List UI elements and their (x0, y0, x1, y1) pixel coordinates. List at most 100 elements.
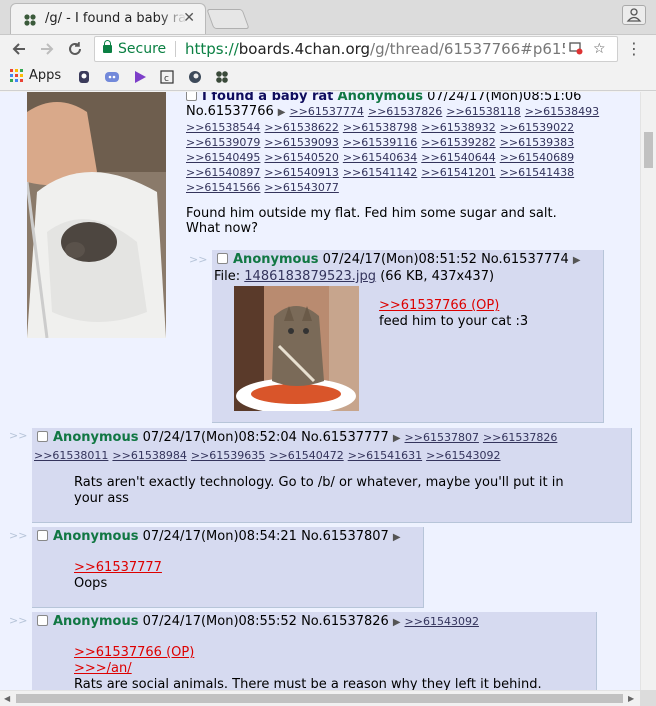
backlink[interactable]: >>61538932 (421, 121, 495, 134)
tab-title: /g/ - I found a baby rat - Technology - … (45, 11, 187, 26)
backlink[interactable]: >>61539022 (500, 121, 574, 134)
tab-active[interactable]: /g/ - I found a baby rat - Technology - … (10, 3, 206, 34)
backlink[interactable]: >>61543092 (426, 449, 500, 462)
url-text[interactable]: https://boards.4chan.org/g/thread/615377… (185, 40, 565, 58)
back-arrow-icon[interactable] (8, 38, 30, 60)
star-bookmark-icon[interactable]: ☆ (593, 41, 606, 57)
quote-link[interactable]: >>61537777 (74, 560, 162, 576)
vertical-scrollbar[interactable] (640, 92, 656, 690)
backlink[interactable]: >>61540644 (421, 151, 495, 164)
backlink[interactable]: >>61537807 (405, 431, 479, 444)
reply-text: Oops (74, 576, 108, 591)
board-link[interactable]: >>>/an/ (74, 661, 542, 677)
backlink[interactable]: >>61538544 (186, 121, 260, 134)
op-checkbox[interactable] (186, 92, 197, 101)
omnibox-divider (175, 41, 176, 57)
reply-datetime: 07/24/17(Mon)08:51:52 (322, 252, 477, 267)
quote-link[interactable]: >>61537766 (OP) (74, 645, 542, 661)
backlink[interactable]: >>61538622 (264, 121, 338, 134)
clover-favicon-icon (24, 14, 36, 26)
post-menu-arrow-icon[interactable]: ▶ (278, 107, 286, 118)
backlink[interactable]: >>61537826 (368, 105, 442, 118)
reply-post-number[interactable]: No.61537807 (301, 529, 389, 544)
backlink[interactable]: >>61540897 (186, 166, 260, 179)
backlink[interactable]: >>61539116 (343, 136, 417, 149)
backlink[interactable]: >>61538984 (112, 449, 186, 462)
backlink[interactable]: >>61540472 (269, 449, 343, 462)
reply-checkbox[interactable] (37, 431, 48, 442)
vertical-scroll-thumb[interactable] (644, 132, 653, 168)
reply-header: Anonymous 07/24/17(Mon)08:54:21 No.61537… (37, 529, 405, 544)
reply-post-number[interactable]: No.61537777 (301, 430, 389, 445)
post-menu-arrow-icon[interactable]: ▶ (393, 433, 401, 444)
profile-button[interactable] (622, 5, 646, 25)
apps-bookmark[interactable]: Apps (10, 68, 61, 83)
twitch-play-icon[interactable] (132, 69, 148, 85)
backlink[interactable]: >>61541566 (186, 181, 260, 194)
file-name-link[interactable]: 1486183879523.jpg (244, 269, 376, 284)
tab-strip: /g/ - I found a baby rat - Technology - … (0, 0, 656, 35)
file-label: File: (214, 269, 241, 284)
backlink[interactable]: >>61540495 (186, 151, 260, 164)
blocked-popup-icon[interactable] (569, 41, 583, 59)
backlink[interactable]: >>61537826 (483, 431, 557, 444)
op-message: Found him outside my flat. Fed him some … (186, 206, 557, 236)
forward-arrow-icon[interactable] (36, 38, 58, 60)
reload-icon[interactable] (64, 38, 86, 60)
new-tab-button[interactable] (206, 9, 250, 29)
horizontal-scroll-thumb[interactable] (16, 694, 623, 703)
backlink[interactable]: >>61538011 (34, 449, 108, 462)
reply-checkbox[interactable] (37, 615, 48, 626)
scroll-left-icon[interactable]: ◀ (4, 694, 10, 703)
backlink[interactable]: >>61539093 (264, 136, 338, 149)
bookmark-c-icon[interactable]: c (159, 69, 175, 85)
reply-post: Anonymous 07/24/17(Mon)08:51:52 No.61537… (212, 250, 604, 423)
backlink[interactable]: >>61540634 (343, 151, 417, 164)
post-menu-arrow-icon[interactable]: ▶ (393, 617, 401, 628)
backlink[interactable]: >>61540689 (500, 151, 574, 164)
reply-marker: >> (9, 614, 28, 627)
person-icon (626, 8, 642, 22)
reply-message: >>61537766 (OP) >>>/an/ Rats are social … (74, 645, 542, 690)
post-menu-arrow-icon[interactable]: ▶ (393, 532, 401, 543)
backlink[interactable]: >>61539282 (421, 136, 495, 149)
reply-thumbnail[interactable] (234, 286, 359, 411)
backlink[interactable]: >>61543077 (264, 181, 338, 194)
reply-checkbox[interactable] (217, 253, 228, 264)
backlink[interactable]: >>61539079 (186, 136, 260, 149)
bookmark-eye-icon[interactable] (187, 69, 203, 85)
reply-post-number[interactable]: No.61537774 (481, 252, 569, 267)
backlink[interactable]: >>61538118 (446, 105, 520, 118)
backlink[interactable]: >>61541631 (348, 449, 422, 462)
post-menu-arrow-icon[interactable]: ▶ (573, 255, 581, 266)
backlink[interactable]: >>61541438 (500, 166, 574, 179)
backlink[interactable]: >>61537774 (289, 105, 363, 118)
discord-icon[interactable] (104, 69, 120, 85)
address-bar[interactable]: Secure https://boards.4chan.org/g/thread… (94, 36, 618, 62)
backlink[interactable]: >>61539383 (500, 136, 574, 149)
reply-backlinks: >>61537807 >>61537826 (405, 431, 562, 444)
menu-kebab-icon[interactable]: ⋮ (626, 39, 642, 58)
file-meta: (66 KB, 437x437) (380, 269, 495, 284)
close-tab-icon[interactable]: ✕ (183, 10, 195, 26)
backlink[interactable]: >>61543092 (405, 615, 479, 628)
horizontal-scrollbar[interactable]: ◀ ▶ (0, 690, 640, 706)
backlink[interactable]: >>61538493 (525, 105, 599, 118)
backlink[interactable]: >>61540520 (264, 151, 338, 164)
backlink[interactable]: >>61541201 (421, 166, 495, 179)
backlink[interactable]: >>61541142 (343, 166, 417, 179)
reply-checkbox[interactable] (37, 530, 48, 541)
backlink[interactable]: >>61539635 (191, 449, 265, 462)
op-image[interactable] (27, 92, 166, 338)
backlink[interactable]: >>61540913 (264, 166, 338, 179)
reply-post-number[interactable]: No.61537826 (301, 614, 389, 629)
quote-link[interactable]: >>61537766 (OP) (379, 298, 528, 314)
bookmark-1-icon[interactable] (76, 69, 92, 85)
backlink[interactable]: >>61538798 (343, 121, 417, 134)
clover-bookmark-icon[interactable] (214, 69, 230, 85)
op-post-number[interactable]: No.61537766 (186, 104, 274, 119)
op-name: Anonymous (337, 92, 423, 104)
reply-post: Anonymous 07/24/17(Mon)08:54:21 No.61537… (32, 527, 424, 608)
secure-indicator[interactable]: Secure (103, 40, 166, 57)
scroll-right-icon[interactable]: ▶ (628, 694, 634, 703)
